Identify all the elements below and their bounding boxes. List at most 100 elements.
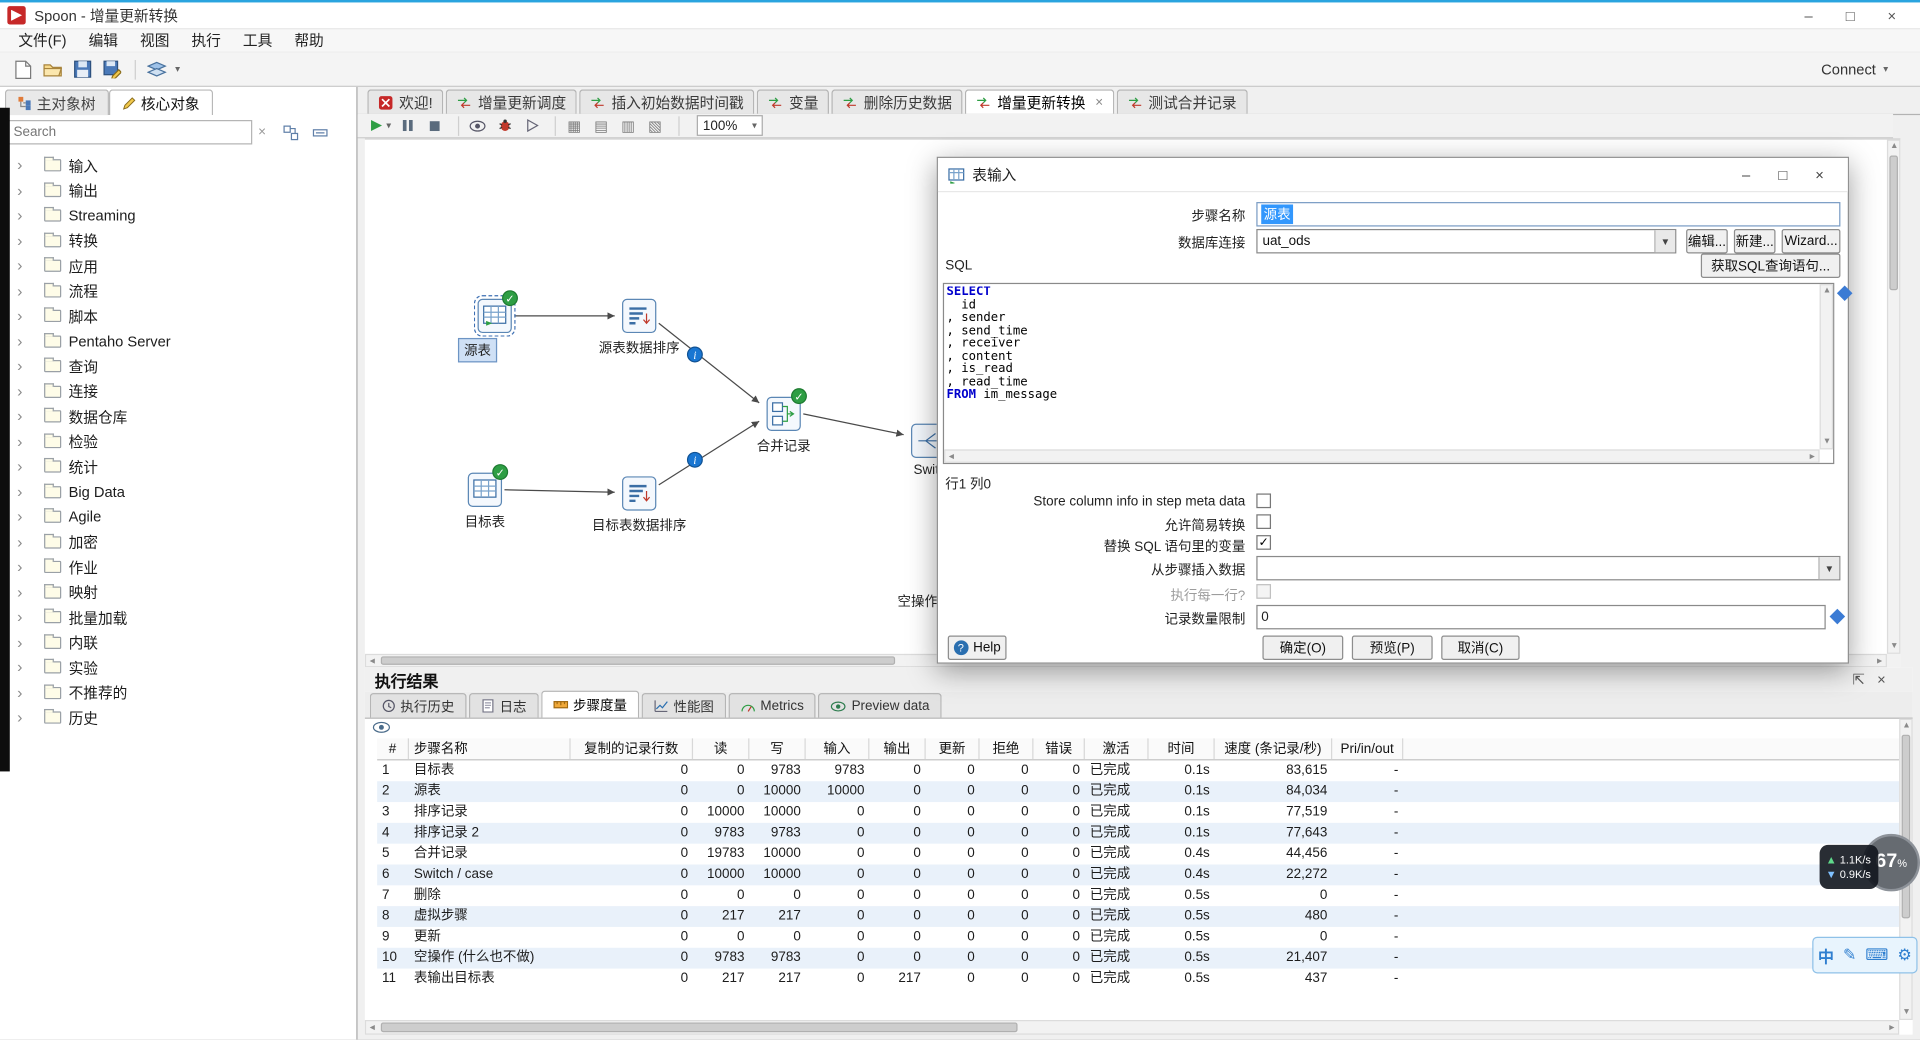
table-row[interactable]: 8 虚拟步骤 0 217 217 0 0 0 0 0 已完成 0.5s 480 - (377, 906, 1900, 927)
tree-item[interactable]: › Streaming (0, 203, 356, 228)
table-row[interactable]: 10 空操作 (什么也不做) 0 9783 9783 0 0 0 0 0 已完成 0.5s 21,407… (377, 947, 1900, 969)
chevron-right-icon[interactable]: › (17, 533, 34, 551)
ime-settings-icon[interactable]: ⚙ (1897, 945, 1911, 965)
stop-button[interactable] (424, 114, 446, 136)
tree-item[interactable]: › 实验 (0, 655, 356, 680)
chevron-right-icon[interactable]: › (17, 232, 34, 249)
close-results-icon[interactable]: × (1877, 671, 1886, 688)
column-header[interactable]: 步骤名称 (409, 738, 571, 760)
row-limit-input[interactable]: 0 (1256, 604, 1826, 630)
tree-item[interactable]: › 查询 (0, 354, 356, 379)
maximize-results-icon[interactable]: ⇱ (1853, 671, 1865, 688)
tree-item[interactable]: › Big Data (0, 479, 356, 504)
tree-item[interactable]: › 作业 (0, 555, 356, 580)
tree-item[interactable]: › 应用 (0, 253, 356, 278)
chevron-right-icon[interactable]: › (17, 483, 34, 500)
results-tab[interactable]: 步骤度量 (541, 690, 640, 718)
cancel-button[interactable]: 取消(C) (1441, 635, 1520, 661)
tree-item[interactable]: › Pentaho Server (0, 329, 356, 354)
table-row[interactable]: 3 排序记录 0 10000 10000 0 0 0 0 0 已完成 0.1s 77,519 - (377, 802, 1899, 823)
tab-main-object-tree[interactable]: 主对象树 (4, 89, 109, 116)
close-tab-icon[interactable]: × (1095, 95, 1103, 110)
column-header[interactable]: 写 (749, 738, 806, 760)
column-header[interactable]: 更新 (926, 738, 980, 760)
new-file-icon[interactable] (10, 57, 37, 81)
db-wizard-button[interactable]: Wizard... (1781, 228, 1841, 254)
table-row[interactable]: 6 Switch / case 0 10000 10000 0 0 0 0 0 已完成 0.4s 22,… (377, 864, 1900, 886)
replay-button[interactable] (520, 114, 542, 136)
db-connection-select[interactable]: uat_ods ▼ (1256, 228, 1677, 254)
minimize-button[interactable]: – (1788, 3, 1830, 27)
store-meta-checkbox[interactable] (1256, 493, 1272, 509)
help-button[interactable]: ? Help (947, 635, 1007, 661)
tree-item[interactable]: › 不推荐的 (0, 680, 356, 705)
chevron-right-icon[interactable]: › (17, 156, 34, 174)
insert-data-from-step-select[interactable]: ▼ (1256, 555, 1841, 581)
chevron-right-icon[interactable]: › (17, 257, 34, 274)
chevron-right-icon[interactable]: › (17, 433, 34, 450)
table-row[interactable]: 5 合并记录 0 19783 10000 0 0 0 0 0 已完成 0.4s 44,456 - (377, 844, 1899, 865)
results-tab[interactable]: 日志 (468, 693, 539, 718)
chevron-right-icon[interactable]: › (17, 182, 34, 199)
chevron-right-icon[interactable]: › (17, 458, 34, 475)
execute-each-row-checkbox[interactable] (1256, 584, 1272, 599)
dialog-close-button[interactable]: × (1801, 166, 1838, 183)
results-tab[interactable]: Metrics (728, 693, 817, 718)
ime-toolbar[interactable]: 中 ✎ ⌨ ⚙ (1812, 936, 1918, 974)
clear-search-icon[interactable]: × (252, 125, 272, 140)
chevron-right-icon[interactable]: › (17, 633, 34, 651)
snap-grid-icon[interactable]: ▦ (563, 114, 585, 136)
preview-button[interactable]: 预览(P) (1351, 635, 1433, 661)
menu-item[interactable]: 帮助 (283, 29, 334, 52)
tree-item[interactable]: › 检验 (0, 429, 356, 454)
preview-button[interactable] (467, 114, 489, 136)
maximize-button[interactable]: □ (1829, 3, 1871, 27)
tree-item[interactable]: › 连接 (0, 379, 356, 404)
doc-tab[interactable]: 变量 (757, 89, 830, 114)
open-file-icon[interactable] (39, 57, 66, 81)
chevron-right-icon[interactable]: › (17, 608, 34, 626)
pause-button[interactable] (397, 114, 419, 136)
tree-item[interactable]: › 输入 (0, 153, 356, 178)
step-name-input[interactable]: 源表 (1256, 202, 1841, 227)
column-header[interactable]: 读 (693, 738, 750, 760)
lazy-conversion-checkbox[interactable] (1256, 514, 1272, 529)
doc-tab[interactable]: 测试合并记录 (1116, 89, 1248, 114)
expand-all-icon[interactable] (279, 122, 301, 142)
column-header[interactable]: 错误 (1033, 738, 1085, 760)
table-row[interactable]: 7 删除 0 0 0 0 0 0 0 0 已完成 0.5s 0 - (377, 885, 1899, 906)
menu-item[interactable]: 执行 (180, 29, 231, 52)
table-row[interactable]: 4 排序记录 2 0 9783 9783 0 0 0 0 0 已完成 0.1s 77,643 - (377, 822, 1900, 844)
table-row[interactable]: 11 表输出目标表 0 217 217 0 217 0 0 0 已完成 0.5s 437 - (377, 969, 1899, 990)
distribute-icon[interactable]: ▧ (644, 114, 666, 136)
chevron-right-icon[interactable]: › (17, 307, 34, 325)
chevron-right-icon[interactable]: › (17, 282, 34, 300)
table-row[interactable]: 1 目标表 0 0 9783 9783 0 0 0 0 已完成 0.1s 83,615 - (377, 760, 1899, 781)
tree-item[interactable]: › Agile (0, 504, 356, 529)
table-row[interactable]: 2 源表 0 0 10000 10000 0 0 0 0 已完成 0.1s 84,034 - (377, 781, 1900, 803)
perspective-icon[interactable] (143, 57, 170, 81)
tree-item[interactable]: › 加密 (0, 530, 356, 555)
replace-variables-checkbox[interactable]: ✓ (1256, 535, 1272, 550)
results-tab[interactable]: Preview data (818, 693, 942, 718)
canvas-step-source-table[interactable]: ✓ 源表 (457, 290, 518, 363)
search-input[interactable] (7, 120, 253, 145)
ime-language-label[interactable]: 中 (1818, 943, 1834, 966)
menu-item[interactable]: 视图 (129, 29, 180, 52)
ime-keyboard-icon[interactable]: ⌨ (1865, 945, 1888, 965)
save-as-icon[interactable] (98, 57, 125, 81)
tree-item[interactable]: › 流程 (0, 279, 356, 304)
connect-dropdown[interactable]: Connect ▾ (1821, 61, 1888, 78)
chevron-right-icon[interactable]: › (17, 508, 34, 525)
menu-item[interactable]: 编辑 (78, 29, 129, 52)
db-new-button[interactable]: 新建... (1733, 228, 1776, 254)
tree-item[interactable]: › 批量加载 (0, 605, 356, 630)
menu-item[interactable]: 文件(F) (7, 29, 77, 52)
ime-pen-icon[interactable]: ✎ (1843, 945, 1856, 965)
chevron-right-icon[interactable]: › (17, 684, 34, 701)
dialog-maximize-button[interactable]: □ (1764, 166, 1801, 183)
doc-tab[interactable]: 删除历史数据 (831, 89, 963, 114)
perspective-caret-icon[interactable]: ▾ (175, 64, 180, 75)
doc-tab[interactable]: 插入初始数据时间戳 (579, 89, 755, 114)
chevron-right-icon[interactable]: › (17, 382, 34, 400)
